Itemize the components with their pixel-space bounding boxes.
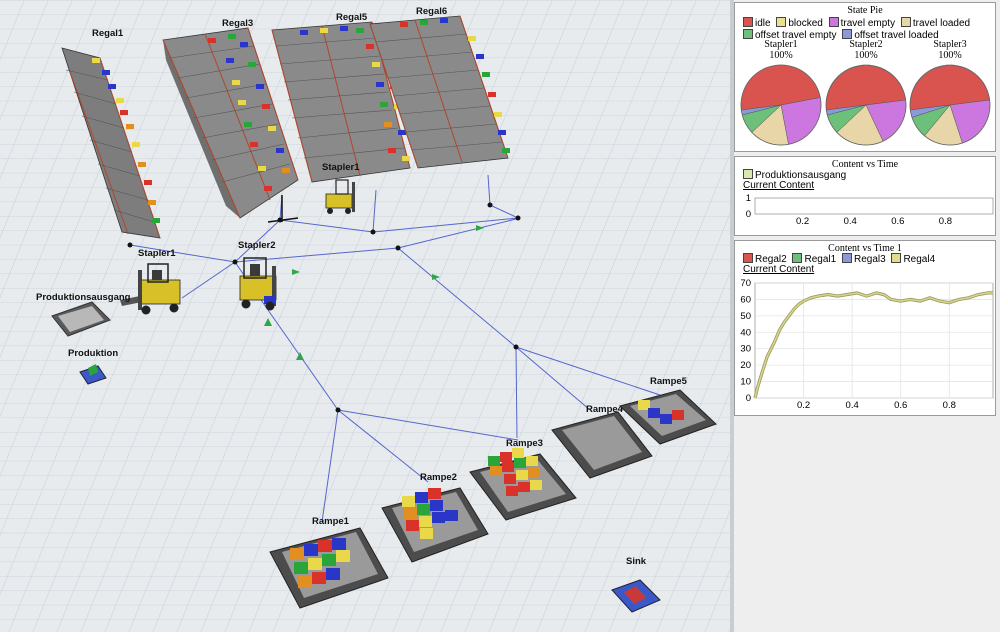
pie-pct-stapler3: 100% [938, 50, 961, 61]
label-regal1: Regal1 [92, 28, 124, 39]
label-regal6: Regal6 [416, 6, 447, 17]
pie-pct-stapler2: 100% [854, 50, 877, 61]
label-stapler2: Stapler2 [238, 240, 276, 251]
y-tick-label: 50 [740, 311, 751, 322]
x-tick-label: 0.4 [846, 400, 859, 411]
label-stapler1-top: Stapler1 [322, 162, 360, 173]
x-tick-label: 0.8 [943, 400, 956, 411]
label-produktion: Produktion [68, 348, 118, 359]
label-rampe4: Rampe4 [586, 404, 624, 415]
label-rampe1: Rampe1 [312, 516, 350, 527]
x-tick-label: 0.6 [891, 216, 904, 227]
plot-area [754, 197, 994, 215]
label-rampe3: Rampe3 [506, 438, 543, 449]
model-3d-view[interactable]: Regal1 Regal3 Regal5 Regal6 Stapler1 Sta… [0, 0, 730, 632]
content-vs-time1-panel[interactable]: Content vs Time 1 Regal2 Regal1 Regal3 R… [734, 240, 996, 416]
content-vs-time1-chart: 0 10 20 30 40 50 60 70 0.2 0.4 0.6 0.8 [740, 278, 994, 411]
x-tick-label: 0.8 [939, 216, 952, 227]
y-tick-label: 30 [740, 344, 751, 355]
y-tick-label: 60 [740, 294, 751, 305]
x-tick-label: 0.2 [797, 400, 810, 411]
y-tick-label: 10 [740, 377, 751, 388]
label-produktionsausgang: Produktionsausgang [36, 292, 131, 303]
model-canvas[interactable]: Regal1 Regal3 Regal5 Regal6 Stapler1 Sta… [0, 0, 730, 632]
label-regal5: Regal5 [336, 12, 368, 23]
x-tick-label: 0.6 [894, 400, 907, 411]
content-vs-time-panel[interactable]: Content vs Time Produktionsausgang Curre… [734, 156, 996, 236]
label-stapler1: Stapler1 [138, 248, 176, 259]
dashboard: State Pie idle blocked travel empty trav… [734, 0, 1000, 632]
y-tick-label: 70 [740, 278, 751, 289]
state-pie-chart: Stapler1 100% Stapler2 100% Stapler3 100… [740, 39, 991, 146]
label-regal3: Regal3 [222, 18, 253, 29]
pie-name-stapler1: Stapler1 [764, 39, 797, 50]
x-tick-label: 0.2 [796, 216, 809, 227]
label-rampe2: Rampe2 [420, 472, 457, 483]
content-vs-time-chart: 0 1 0.2 0.4 0.6 0.8 [746, 193, 994, 227]
pie-name-stapler2: Stapler2 [849, 39, 882, 50]
y-tick-label: 0 [746, 209, 751, 220]
y-tick-label: 0 [746, 393, 751, 404]
label-sink: Sink [626, 556, 647, 567]
pie-name-stapler3: Stapler3 [933, 39, 966, 50]
state-pie-panel[interactable]: State Pie idle blocked travel empty trav… [734, 2, 996, 152]
pie-pct-stapler1: 100% [769, 50, 792, 61]
y-tick-label: 1 [746, 193, 751, 204]
label-rampe5: Rampe5 [650, 376, 688, 387]
y-tick-label: 20 [740, 360, 751, 371]
y-tick-label: 40 [740, 327, 751, 338]
x-tick-label: 0.4 [844, 216, 857, 227]
